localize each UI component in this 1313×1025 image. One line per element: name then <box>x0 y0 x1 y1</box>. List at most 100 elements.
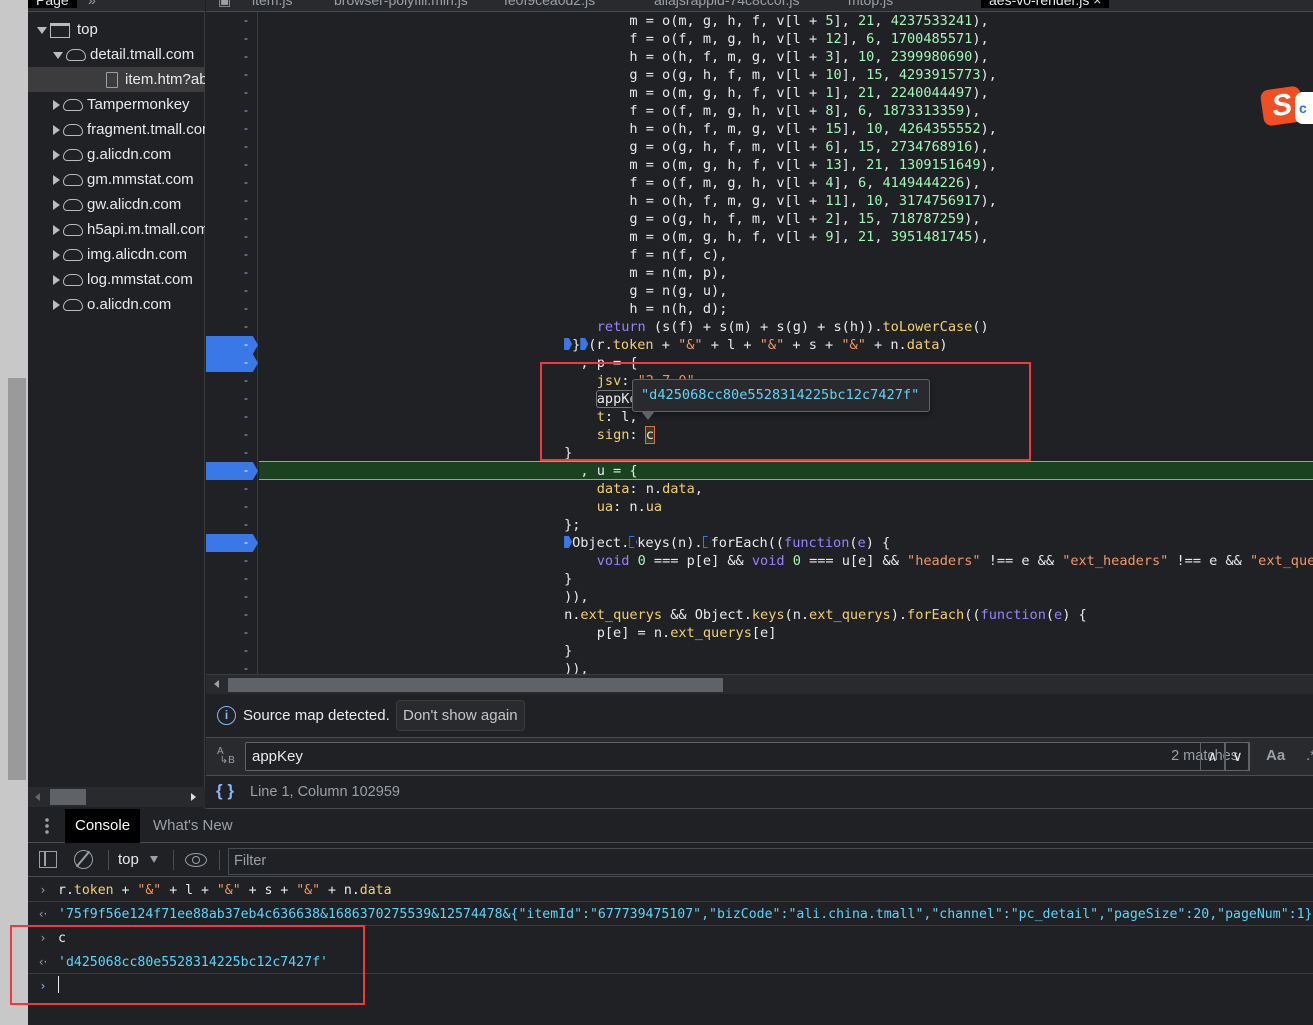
scrollbar-thumb[interactable] <box>228 678 723 692</box>
breakpoint-marker[interactable]: - <box>206 534 258 552</box>
line-number[interactable]: - <box>206 48 258 66</box>
editor-tab[interactable]: fe0f9cea0d2.js <box>504 0 595 8</box>
page-scrollbar[interactable] <box>8 378 26 780</box>
editor-tab[interactable]: aes-v0-render.js × <box>981 0 1110 8</box>
pretty-print-icon[interactable]: { } <box>216 781 234 801</box>
line-number[interactable]: - <box>206 570 258 588</box>
expand-down-icon[interactable] <box>37 26 47 34</box>
inline-breakpoint-icon[interactable] <box>702 536 711 548</box>
breakpoint-marker[interactable]: - <box>206 462 258 480</box>
scrollbar-thumb[interactable] <box>50 789 86 805</box>
tree-item[interactable]: item.htm?abbucket <box>28 67 205 92</box>
line-number[interactable]: - <box>206 102 258 120</box>
tree-item[interactable]: g.alicdn.com <box>28 142 205 167</box>
line-number[interactable]: - <box>206 552 258 570</box>
expand-right-icon[interactable] <box>53 275 60 286</box>
code-editor[interactable]: m = o(m, g, h, f, v[l + 5], 21, 42375332… <box>259 12 1313 674</box>
editor-tab[interactable]: browser-polyfill.min.js <box>334 0 468 8</box>
dont-show-again-button[interactable]: Don't show again <box>396 700 525 731</box>
editor-tab[interactable]: aliajsrappid-74c8cc0f.js <box>654 0 800 8</box>
line-number[interactable]: - <box>206 84 258 102</box>
inline-breakpoint-icon[interactable] <box>564 536 573 548</box>
show-sidebar-icon[interactable] <box>39 851 57 868</box>
expand-right-icon[interactable] <box>53 125 60 136</box>
tree-item[interactable]: gw.alicdn.com <box>28 192 205 217</box>
line-number[interactable]: - <box>206 282 258 300</box>
tree-item[interactable]: Tampermonkey <box>28 92 205 117</box>
clear-console-icon[interactable] <box>74 850 93 869</box>
tree-item[interactable]: log.mmstat.com <box>28 267 205 292</box>
expand-right-icon[interactable] <box>53 225 60 236</box>
sogou-ime-toolbar[interactable]: c <box>1295 92 1313 124</box>
line-number[interactable]: - <box>206 192 258 210</box>
next-match-button[interactable]: ∨ <box>1225 742 1250 771</box>
expand-down-icon[interactable] <box>53 51 63 59</box>
replace-toggle-icon[interactable]: A ↳B <box>217 747 235 766</box>
match-case-button[interactable]: Aa <box>1266 747 1285 764</box>
expand-right-icon[interactable] <box>53 150 60 161</box>
line-number[interactable]: - <box>206 264 258 282</box>
line-number[interactable]: - <box>206 30 258 48</box>
tree-item[interactable]: o.alicdn.com <box>28 292 205 317</box>
line-number[interactable]: - <box>206 444 258 462</box>
scroll-left-icon[interactable] <box>214 680 219 688</box>
tree-item[interactable]: fragment.tmall.com <box>28 117 205 142</box>
line-number[interactable]: - <box>206 642 258 660</box>
tab-whats-new[interactable]: What's New <box>153 809 233 843</box>
expand-right-icon[interactable] <box>53 100 60 111</box>
tree-item[interactable]: top <box>28 17 205 42</box>
inline-breakpoint-icon[interactable] <box>564 338 573 350</box>
search-input[interactable]: appKey 2 matches <box>245 742 1249 771</box>
line-number[interactable]: - <box>206 480 258 498</box>
console-filter-input[interactable]: Filter <box>228 848 1313 875</box>
chevron-down-icon[interactable] <box>150 856 158 863</box>
editor-tab[interactable]: item.js <box>252 0 292 8</box>
line-number[interactable]: - <box>206 156 258 174</box>
navigator-tab[interactable]: Page <box>28 0 77 8</box>
line-number[interactable]: - <box>206 426 258 444</box>
toggle-navigator-icon[interactable]: ▣ <box>218 0 231 9</box>
more-tabs-icon[interactable] <box>45 817 49 835</box>
line-number[interactable]: - <box>206 66 258 84</box>
line-number[interactable]: - <box>206 12 258 30</box>
line-number[interactable]: - <box>206 588 258 606</box>
breakpoint-marker[interactable]: - <box>206 336 258 354</box>
expand-right-icon[interactable] <box>53 300 60 311</box>
line-number[interactable]: - <box>206 372 258 390</box>
editor-horizontal-scrollbar[interactable] <box>206 674 1313 694</box>
scroll-left-icon[interactable] <box>35 793 40 801</box>
editor-tab[interactable]: mtop.js <box>848 0 893 8</box>
navigator-scrollbar[interactable] <box>28 787 205 807</box>
line-number[interactable]: - <box>206 174 258 192</box>
line-number[interactable]: - <box>206 318 258 336</box>
tree-item[interactable]: gm.mmstat.com <box>28 167 205 192</box>
live-expression-eye-icon[interactable] <box>185 853 207 867</box>
tree-item[interactable]: detail.tmall.com <box>28 42 205 67</box>
line-number[interactable]: - <box>206 210 258 228</box>
navigator-tab[interactable]: » <box>88 0 96 8</box>
line-number[interactable]: - <box>206 138 258 156</box>
context-selector[interactable]: top <box>118 851 139 868</box>
inline-breakpoint-icon[interactable] <box>629 536 638 548</box>
expand-right-icon[interactable] <box>53 175 60 186</box>
line-number[interactable]: - <box>206 120 258 138</box>
expand-right-icon[interactable] <box>53 250 60 261</box>
line-number[interactable]: - <box>206 228 258 246</box>
tree-item[interactable]: h5api.m.tmall.com <box>28 217 205 242</box>
line-number[interactable]: - <box>206 606 258 624</box>
line-number[interactable]: - <box>206 624 258 642</box>
regex-button[interactable]: .* <box>1306 747 1313 764</box>
line-number[interactable]: - <box>206 246 258 264</box>
line-number[interactable]: - <box>206 390 258 408</box>
line-number[interactable]: - <box>206 408 258 426</box>
line-number[interactable]: - <box>206 516 258 534</box>
scroll-right-icon[interactable] <box>191 793 196 801</box>
expand-right-icon[interactable] <box>53 200 60 211</box>
inline-breakpoint-icon[interactable] <box>580 338 589 350</box>
tree-item[interactable]: img.alicdn.com <box>28 242 205 267</box>
breakpoint-marker[interactable]: - <box>206 354 258 372</box>
line-number[interactable]: - <box>206 300 258 318</box>
previous-match-button[interactable]: ∧ <box>1200 742 1225 771</box>
line-number[interactable]: - <box>206 498 258 516</box>
tab-console[interactable]: Console <box>65 809 141 843</box>
